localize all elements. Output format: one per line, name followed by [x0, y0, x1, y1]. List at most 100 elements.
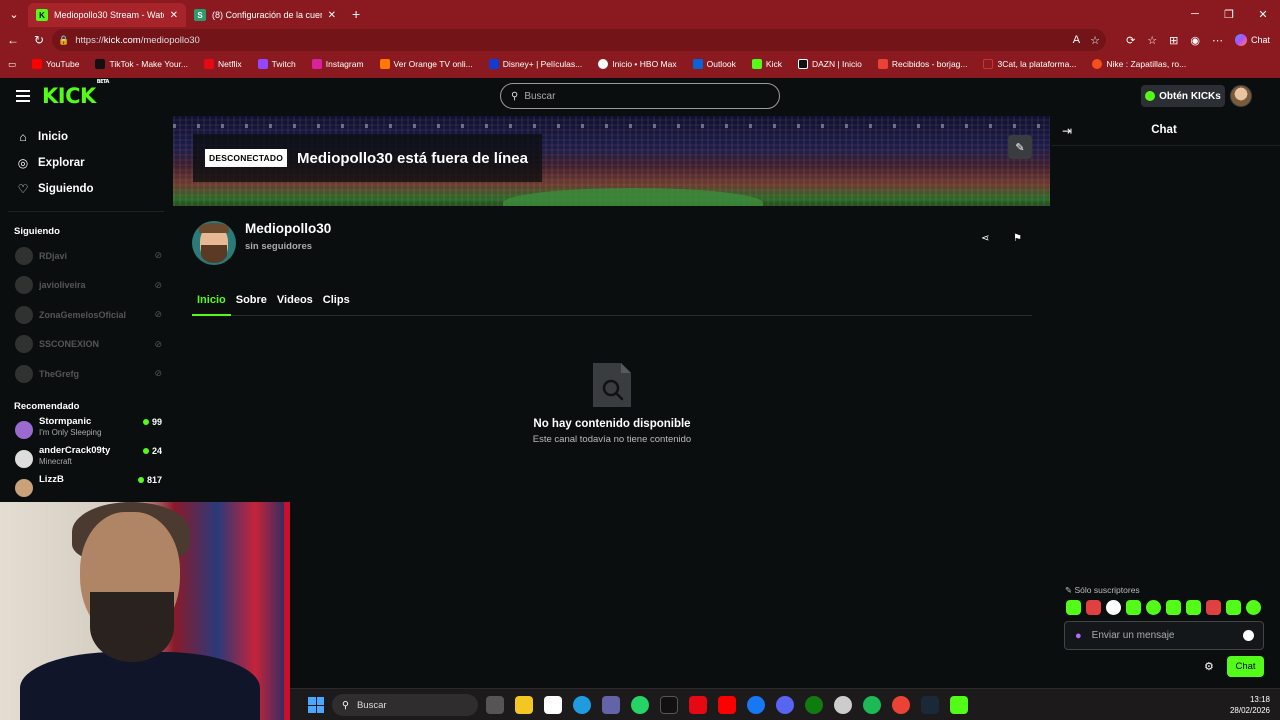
- reload-icon[interactable]: ↻: [26, 28, 52, 52]
- steam-icon[interactable]: [921, 696, 939, 714]
- tiktok-icon[interactable]: [660, 696, 678, 714]
- favorites-icon[interactable]: ☆: [1147, 34, 1157, 47]
- channel-avatar[interactable]: [192, 221, 236, 265]
- bookmark-netflix[interactable]: Netflix: [196, 59, 250, 69]
- edge-icon[interactable]: [573, 696, 591, 714]
- bookmark-instagram[interactable]: Instagram: [304, 59, 372, 69]
- read-aloud-icon[interactable]: A: [1073, 34, 1080, 46]
- following-item[interactable]: TheGrefg ⊘: [0, 359, 172, 389]
- emote-icon[interactable]: [1226, 600, 1241, 615]
- send-chat-button[interactable]: Chat: [1227, 656, 1264, 677]
- emote-icon[interactable]: [1066, 600, 1081, 615]
- netflix-icon: [204, 59, 215, 69]
- following-item[interactable]: javioliveira ⊘: [0, 271, 172, 301]
- tab-kick-stream[interactable]: K Mediopollo30 Stream - Watch Live ✕: [28, 3, 186, 27]
- emote-icon[interactable]: [1206, 600, 1221, 615]
- emote-icon[interactable]: [1186, 600, 1201, 615]
- emote-icon[interactable]: [1106, 600, 1121, 615]
- emote-icon[interactable]: [1246, 600, 1261, 615]
- bookmark-orange-tv[interactable]: Ver Orange TV onli...: [372, 59, 481, 69]
- get-kicks-button[interactable]: Obtén KICKs: [1141, 85, 1225, 107]
- bookmark-disney[interactable]: Disney+ | Películas...: [481, 59, 590, 69]
- bookmark-dazn[interactable]: DAZN | Inicio: [790, 59, 870, 69]
- bookmark-kick[interactable]: Kick: [744, 59, 790, 69]
- user-avatar[interactable]: [1230, 85, 1252, 107]
- whatsapp-icon[interactable]: [631, 696, 649, 714]
- netflix-icon[interactable]: [689, 696, 707, 714]
- search-placeholder: Buscar: [524, 90, 556, 102]
- outlook-icon: [692, 59, 703, 69]
- chrome-icon[interactable]: [892, 696, 910, 714]
- sidebar-item-explorar[interactable]: ◎ Explorar: [0, 150, 172, 176]
- emote-icon[interactable]: [1166, 600, 1181, 615]
- profile-icon[interactable]: ◉: [1190, 34, 1200, 47]
- following-item[interactable]: ZonaGemelosOficial ⊘: [0, 300, 172, 330]
- following-item[interactable]: RDjavi ⊘: [0, 241, 172, 271]
- copilot-chat-button[interactable]: Chat: [1234, 34, 1270, 46]
- bookmark-hbo[interactable]: Inicio • HBO Max: [590, 59, 684, 69]
- collections-icon[interactable]: ⊞: [1169, 34, 1178, 47]
- tab-videos[interactable]: Videos: [272, 290, 318, 316]
- edit-banner-pencil-icon[interactable]: ✎: [1008, 135, 1032, 159]
- microphone-icon[interactable]: ●: [1075, 630, 1082, 642]
- recommended-item[interactable]: LizzB 817: [0, 474, 172, 503]
- bookmark-3cat[interactable]: 3Cat, la plataforma...: [975, 59, 1084, 69]
- tab-clips[interactable]: Clips: [318, 290, 355, 316]
- chat-message-input[interactable]: ● Enviar un mensaje: [1064, 621, 1264, 650]
- emote-icon[interactable]: [1146, 600, 1161, 615]
- following-item[interactable]: SSCONEXION ⊘: [0, 330, 172, 360]
- share-icon[interactable]: ⋖: [981, 233, 993, 245]
- taskbar-clock[interactable]: 13:18 28/02/2026: [1230, 694, 1270, 716]
- bookmark-tiktok[interactable]: TikTok - Make Your...: [87, 59, 196, 69]
- tab-actions-menu-icon[interactable]: ⌄: [0, 0, 28, 28]
- bookmark-label: Netflix: [218, 59, 242, 69]
- store-icon[interactable]: [544, 696, 562, 714]
- tab-account-settings[interactable]: S (8) Configuración de la cuenta / St ✕: [186, 3, 344, 27]
- minimize-icon[interactable]: ─: [1178, 0, 1212, 28]
- bookmark-youtube[interactable]: YouTube: [24, 59, 87, 69]
- spotify-icon[interactable]: [863, 696, 881, 714]
- reading-list-icon[interactable]: ▭: [0, 59, 24, 70]
- facebook-icon[interactable]: [747, 696, 765, 714]
- restore-icon[interactable]: ❐: [1212, 0, 1246, 28]
- close-tab-icon[interactable]: ✕: [328, 10, 336, 21]
- task-view-icon[interactable]: [486, 696, 504, 714]
- recommended-item[interactable]: Stormpanic I'm Only Sleeping 99: [0, 416, 172, 445]
- emoji-icon[interactable]: [1243, 630, 1254, 641]
- channel-name: LizzB: [39, 473, 64, 485]
- kick-app-icon[interactable]: [950, 696, 968, 714]
- extensions-icon[interactable]: ⟳: [1126, 34, 1135, 47]
- xbox-icon[interactable]: [805, 696, 823, 714]
- obs-icon[interactable]: [834, 696, 852, 714]
- recommended-item[interactable]: anderCrack09ty Minecraft 24: [0, 445, 172, 474]
- emote-icon[interactable]: [1126, 600, 1141, 615]
- bookmark-nike[interactable]: Nike : Zapatillas, ro...: [1084, 59, 1194, 69]
- search-input[interactable]: ⚲ Buscar: [500, 83, 780, 109]
- windows-start-icon[interactable]: [308, 697, 324, 713]
- emote-icon[interactable]: [1086, 600, 1101, 615]
- taskbar-search-input[interactable]: ⚲ Buscar: [332, 694, 478, 716]
- kick-logo[interactable]: KICKBETA: [42, 79, 109, 108]
- sidebar-item-siguiendo[interactable]: ♡ Siguiendo: [0, 176, 172, 202]
- favorite-star-icon[interactable]: ☆: [1090, 34, 1100, 47]
- tab-inicio[interactable]: Inicio: [192, 290, 231, 316]
- tab-sobre[interactable]: Sobre: [231, 290, 272, 316]
- file-explorer-icon[interactable]: [515, 696, 533, 714]
- youtube-icon[interactable]: [718, 696, 736, 714]
- more-menu-icon[interactable]: ⋯: [1212, 34, 1223, 47]
- sidebar-item-inicio[interactable]: ⌂ Inicio: [0, 124, 172, 150]
- menu-hamburger-icon[interactable]: [16, 90, 30, 102]
- teams-icon[interactable]: [602, 696, 620, 714]
- bookmark-gmail[interactable]: Recibidos - borjag...: [870, 59, 976, 69]
- discord-icon[interactable]: [776, 696, 794, 714]
- chat-settings-gear-icon[interactable]: ⚙: [1204, 660, 1214, 673]
- bookmark-outlook[interactable]: Outlook: [685, 59, 744, 69]
- close-window-icon[interactable]: ✕: [1246, 0, 1280, 28]
- tiktok-icon: [95, 59, 106, 69]
- back-arrow-icon[interactable]: ←: [0, 28, 26, 52]
- close-tab-icon[interactable]: ✕: [170, 10, 178, 21]
- bookmark-twitch[interactable]: Twitch: [250, 59, 304, 69]
- new-tab-icon[interactable]: +: [344, 6, 368, 22]
- url-field[interactable]: 🔒 https://kick.com/mediopollo30: [52, 29, 1106, 51]
- user-report-icon[interactable]: ⚑: [1013, 233, 1025, 245]
